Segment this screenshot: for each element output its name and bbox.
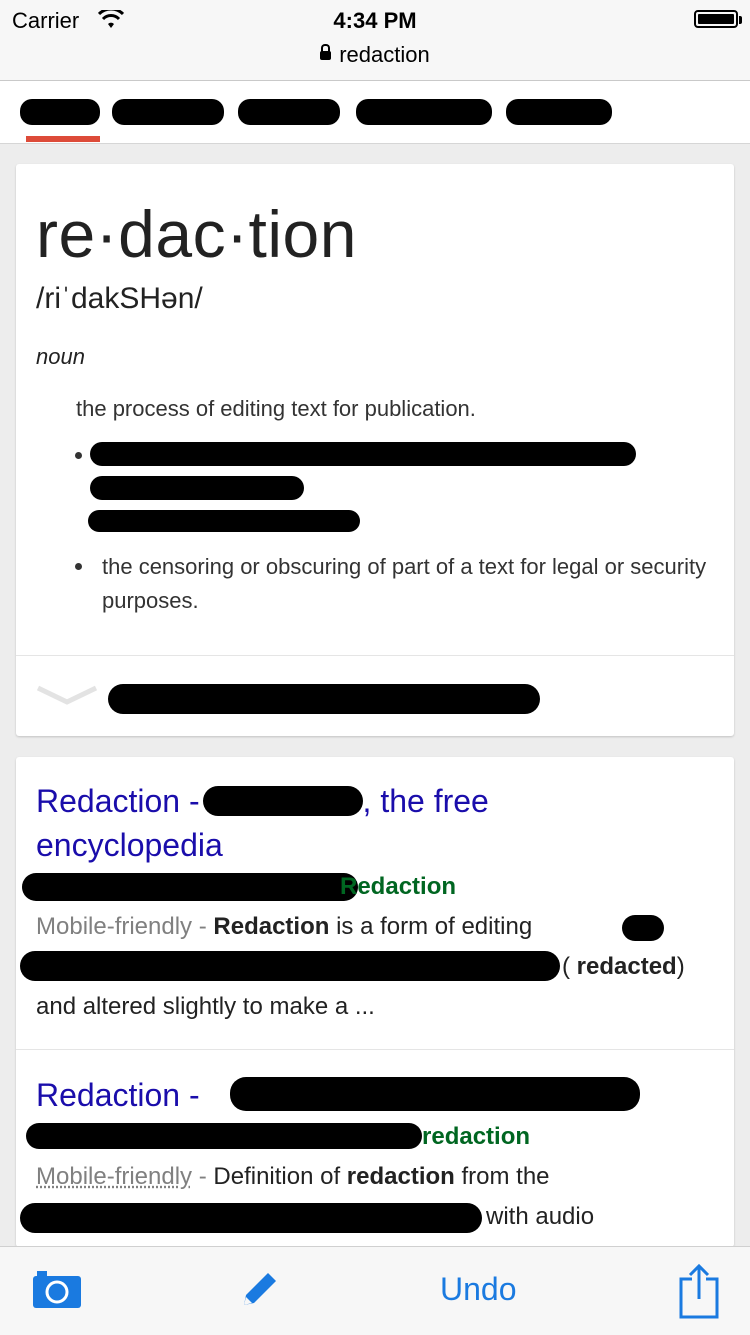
tab-redacted-3[interactable] [238, 99, 340, 125]
result-snippet: ( redacted) [562, 953, 685, 980]
bullet-icon [75, 452, 82, 459]
address-bar[interactable]: redaction [0, 42, 750, 68]
results-card: Redaction - , the free encyclopedia Reda… [16, 757, 734, 1247]
definition-card: re·dac·tion /riˈdakSHən/ noun the proces… [16, 164, 734, 736]
address-text: redaction [339, 42, 430, 67]
chevron-down-icon[interactable] [36, 680, 98, 706]
bottom-toolbar: Undo [0, 1246, 750, 1335]
pronunciation: /riˈdakSHən/ [36, 282, 203, 315]
result-snippet: Mobile-friendly - Redaction is a form of… [36, 913, 533, 940]
redacted-text [88, 510, 360, 532]
tab-redacted-1[interactable] [20, 99, 100, 125]
result-url[interactable]: Redaction [340, 873, 456, 901]
result-title-link[interactable]: encyclopedia [36, 823, 223, 867]
bullet-icon [75, 563, 82, 570]
status-bar: Carrier 4:34 PM redaction [0, 0, 750, 81]
tab-redacted-5[interactable] [506, 99, 612, 125]
redacted-text [230, 1077, 640, 1111]
tab-redacted-4[interactable] [356, 99, 492, 125]
redacted-text [26, 1123, 422, 1149]
tab-redacted-2[interactable] [112, 99, 224, 125]
definition-word: re·dac·tion [36, 197, 357, 271]
divider [16, 1049, 734, 1050]
active-tab-indicator [26, 136, 100, 142]
redacted-text [20, 951, 560, 981]
result-snippet: with audio [486, 1203, 595, 1230]
redacted-text [202, 786, 363, 816]
divider [16, 655, 734, 656]
search-tabs [0, 81, 750, 144]
lock-icon [320, 44, 332, 60]
result-snippet: Mobile-friendly - Definition of redactio… [36, 1163, 550, 1190]
result-url[interactable]: redaction [422, 1123, 530, 1151]
battery-icon [694, 10, 742, 28]
redacted-text [108, 684, 540, 714]
redacted-text [90, 476, 304, 500]
pencil-icon[interactable] [238, 1267, 282, 1311]
share-icon[interactable] [678, 1263, 720, 1319]
result-title-link[interactable]: Redaction - , the free [36, 779, 489, 823]
redacted-text [22, 873, 358, 901]
camera-icon[interactable] [32, 1269, 82, 1309]
redacted-text [90, 442, 636, 466]
clock: 4:34 PM [333, 8, 417, 33]
redacted-text [622, 915, 664, 941]
result-snippet: and altered slightly to make a ... [36, 993, 375, 1020]
definition-sense-2: the censoring or obscuring of part of a … [102, 554, 707, 613]
part-of-speech: noun [36, 344, 85, 369]
result-title-link[interactable]: Redaction - [36, 1073, 200, 1117]
undo-button[interactable]: Undo [440, 1271, 517, 1308]
redacted-text [20, 1203, 482, 1233]
definition-sense-1: the process of editing text for publicat… [76, 396, 476, 421]
